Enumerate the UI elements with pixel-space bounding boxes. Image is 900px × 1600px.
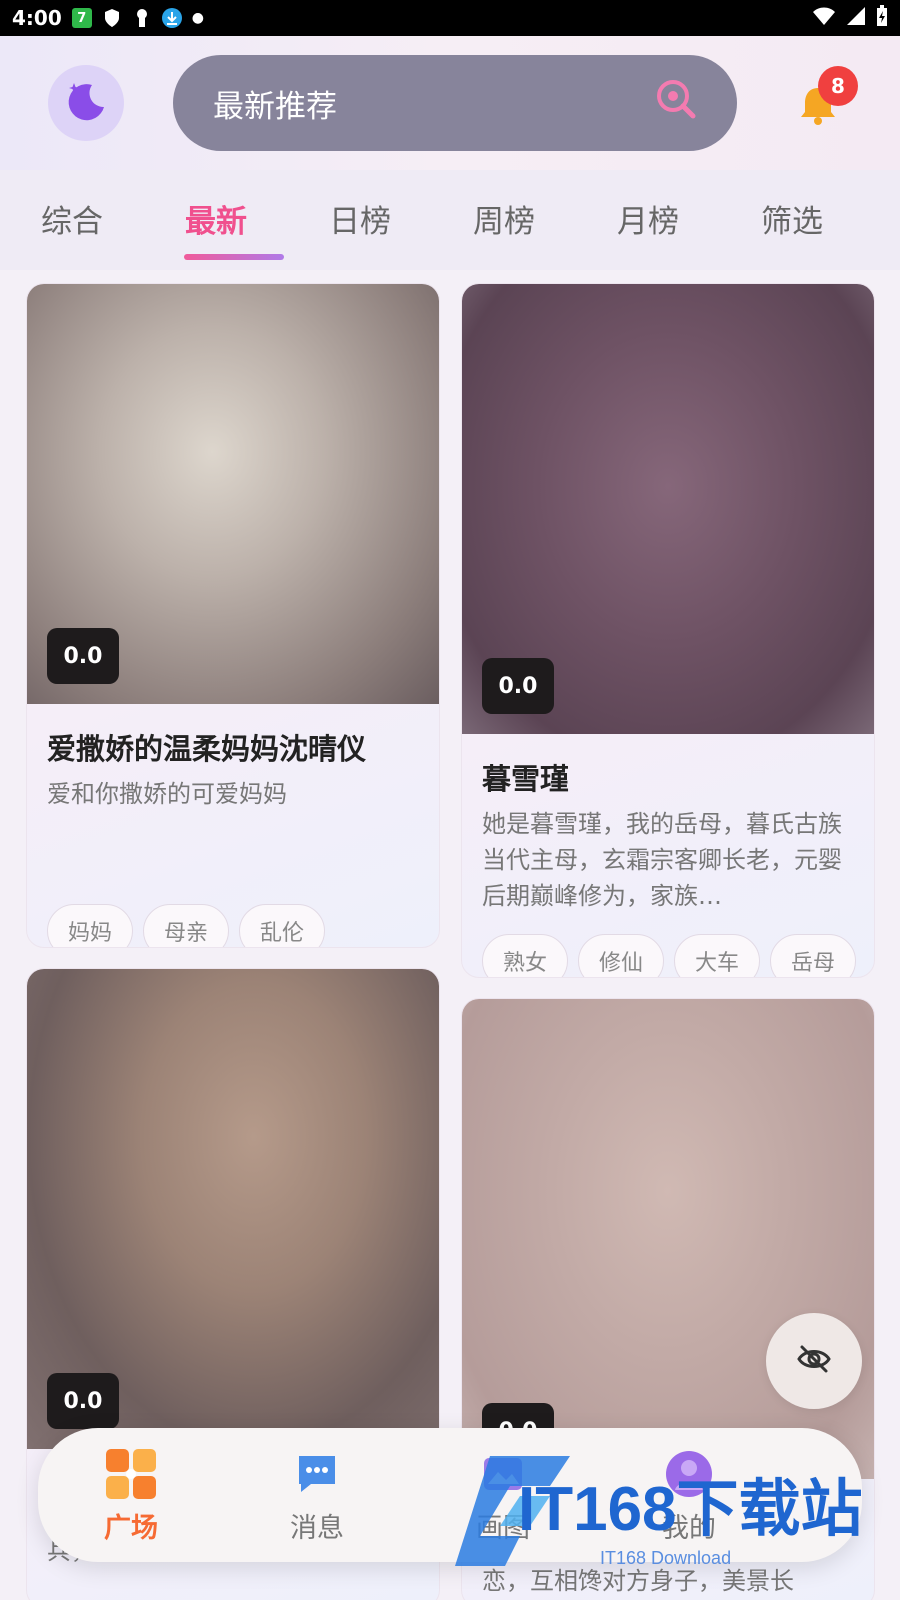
bottom-navigation: 广场 消息 画图 我的 [38,1428,862,1562]
nav-label: 消息 [290,1513,344,1544]
search-text: 最新推荐 [213,88,337,125]
tag[interactable]: 岳母 [770,934,857,977]
card-image: 0.0 [27,284,439,704]
nav-label: 广场 [104,1513,158,1544]
tag[interactable]: 妈妈 [47,904,134,947]
card-image: 0.0 [462,284,874,734]
tab-monthly[interactable]: 月榜 [576,170,720,270]
download-icon [161,8,182,28]
score-badge: 0.0 [47,1373,119,1429]
tab-comprehensive[interactable]: 综合 [0,170,144,270]
signal-icon [846,6,866,31]
battery-icon [876,4,888,32]
card-image: 0.0 [27,969,439,1449]
nav-profile[interactable]: 我的 [596,1428,782,1562]
wifi-icon [812,6,836,31]
card-description: 爱和你撒娇的可爱妈妈 [47,780,287,808]
hide-images-button[interactable] [766,1313,862,1409]
search-bar[interactable]: 最新推荐 [173,55,737,151]
tab-filter[interactable]: 筛选 [720,170,864,270]
keyhole-icon [132,8,152,28]
tag[interactable]: 熟女 [482,934,569,977]
nav-plaza[interactable]: 广场 [38,1428,224,1562]
score-badge: 0.0 [47,628,119,684]
tag[interactable]: 乱伦 [239,904,326,947]
tag[interactable]: 修仙 [578,934,665,977]
card-title: 爱撒娇的温柔妈妈沈晴仪 [47,732,367,766]
nav-draw[interactable]: 画图 [410,1428,596,1562]
eye-off-icon [797,1344,831,1378]
score-badge: 0.0 [482,658,554,714]
tab-latest[interactable]: 最新 [144,170,288,270]
category-tabs: 综合 最新 日榜 周榜 月榜 筛选 [0,170,900,270]
nav-label: 我的 [662,1513,716,1544]
tag[interactable]: 母亲 [143,904,230,947]
image-icon [477,1448,529,1500]
card-title: 暮雪瑾 [482,762,570,796]
character-card[interactable]: 0.0 暮雪瑾 她是暮雪瑾，我的岳母，暮氏古族当代主母，玄霜宗客卿长老，元婴后期… [461,283,875,978]
search-icon[interactable] [655,78,697,128]
tab-weekly[interactable]: 周榜 [432,170,576,270]
grid-icon [105,1448,157,1500]
status-time: 4:00 [12,6,62,30]
app-notification-icon: 7 [71,8,92,28]
tag-list: 妈妈 母亲 乱伦 [47,904,326,947]
tag[interactable]: 大车 [674,934,761,977]
status-bar: 4:00 7 ● [0,0,900,36]
chat-icon [291,1448,343,1500]
card-description: 她是暮雪瑾，我的岳母，暮氏古族当代主母，玄霜宗客卿长老，元婴后期巅峰修为，家族… [482,810,842,908]
tag-list: 熟女 修仙 大车 岳母 [482,934,857,977]
shield-icon [102,8,122,28]
user-icon [663,1448,715,1500]
top-header: 最新推荐 8 [0,36,900,170]
notification-badge: 8 [818,66,858,106]
theme-toggle-button[interactable] [48,65,124,141]
tab-daily[interactable]: 日榜 [288,170,432,270]
nav-label: 画图 [476,1513,530,1544]
character-card[interactable]: 0.0 爱撒娇的温柔妈妈沈晴仪 爱和你撒娇的可爱妈妈 妈妈 母亲 乱伦 [26,283,440,948]
moon-icon [62,77,110,129]
dot-icon: ● [191,10,204,26]
nav-messages[interactable]: 消息 [224,1428,410,1562]
